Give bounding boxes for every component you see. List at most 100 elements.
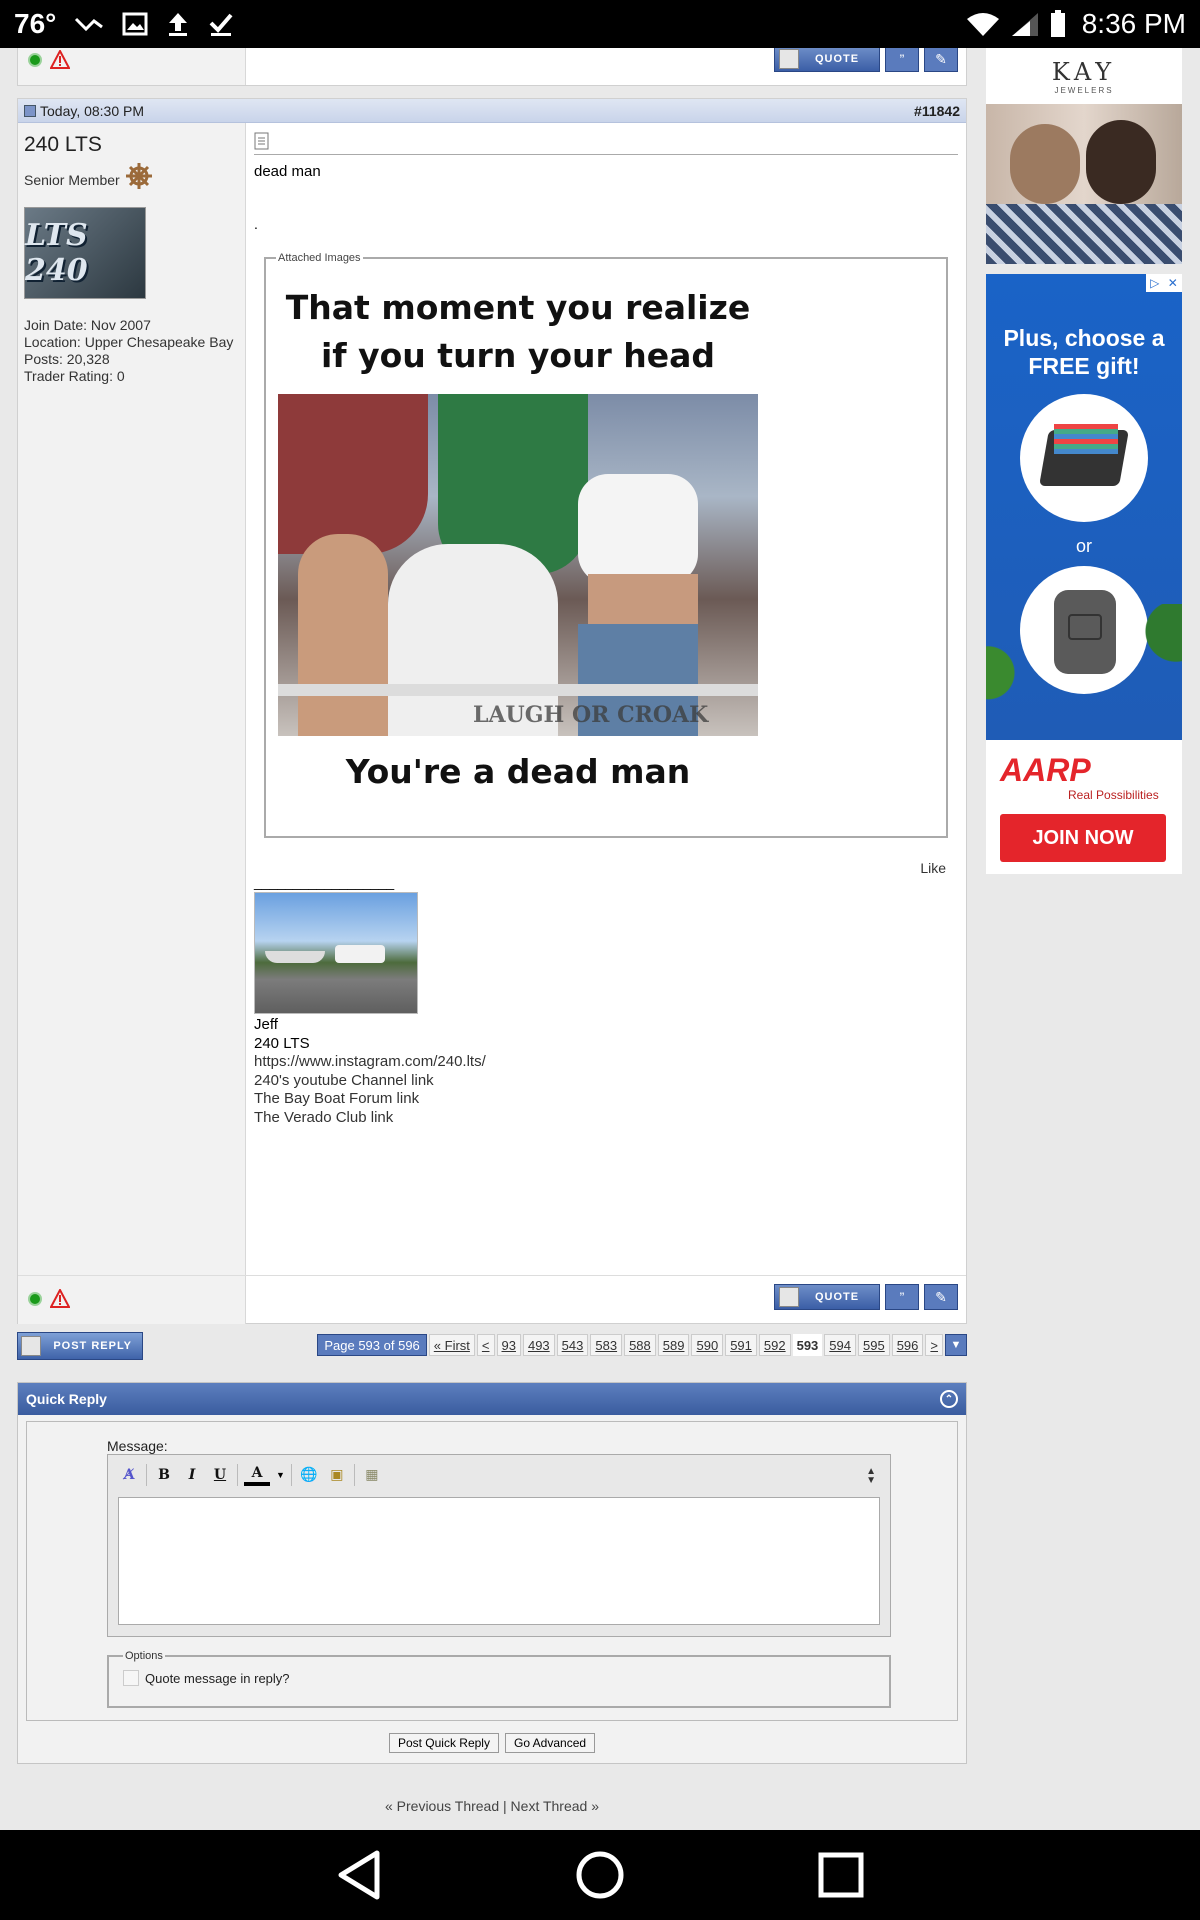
aarp-or: or bbox=[1075, 536, 1092, 556]
aarp-ad-background: ▷ ✕ Plus, choose a FREE gift! or bbox=[986, 274, 1182, 740]
message-textarea[interactable] bbox=[118, 1497, 880, 1625]
post-count: Posts: 20,328 bbox=[24, 351, 110, 367]
aarp-logo: AARP bbox=[1000, 752, 1091, 788]
post-title-line bbox=[254, 129, 958, 155]
post-reply-button[interactable]: POST REPLY bbox=[17, 1332, 143, 1360]
page-jump-dropdown-icon[interactable]: ▼ bbox=[945, 1334, 967, 1356]
ad-choices-icon[interactable]: ▷ ✕ bbox=[1146, 274, 1182, 292]
font-color-icon[interactable]: A bbox=[244, 1464, 270, 1486]
post-quick-reply-button[interactable]: Post Quick Reply bbox=[388, 1733, 499, 1753]
prev-page-link[interactable]: < bbox=[476, 1334, 495, 1356]
quote-label: QUOTE bbox=[814, 1291, 860, 1303]
location: Location: Upper Chesapeake Bay bbox=[24, 334, 234, 350]
navigation-bar bbox=[0, 1830, 1200, 1920]
post-header: Today, 08:30 PM #11842 bbox=[18, 99, 966, 123]
like-link[interactable]: Like bbox=[920, 860, 946, 876]
options-legend: Options bbox=[125, 1650, 163, 1662]
page-link[interactable]: 590 bbox=[691, 1334, 724, 1356]
toolbar-divider bbox=[146, 1464, 147, 1486]
page-link[interactable]: 583 bbox=[590, 1334, 623, 1356]
italic-icon[interactable]: I bbox=[181, 1464, 203, 1486]
insert-image-icon[interactable]: ▣ bbox=[326, 1464, 348, 1486]
next-thread-link[interactable]: Next Thread » bbox=[511, 1798, 599, 1814]
join-now-button[interactable]: JOIN NOW bbox=[1000, 814, 1166, 862]
pen-icon bbox=[21, 1336, 41, 1356]
page-link[interactable]: 493 bbox=[522, 1334, 555, 1356]
post-number-link[interactable]: #11842 bbox=[914, 103, 960, 119]
pagination: Page 593 of 596 « First < 93 493 543 583… bbox=[317, 1334, 967, 1356]
underline-icon[interactable]: U bbox=[209, 1464, 231, 1486]
font-color-dropdown-icon[interactable]: ▼ bbox=[276, 1470, 285, 1480]
page-link[interactable]: 543 bbox=[556, 1334, 589, 1356]
resize-editor-icon[interactable]: ▲ ▼ bbox=[866, 1467, 876, 1486]
collapse-icon[interactable]: ⌃ bbox=[940, 1390, 958, 1408]
page-link[interactable]: 592 bbox=[758, 1334, 791, 1356]
attached-images-legend: Attached Images bbox=[278, 252, 361, 264]
page-link[interactable]: 591 bbox=[725, 1334, 757, 1356]
palm-tree-right bbox=[1122, 604, 1182, 740]
pen-icon bbox=[779, 49, 799, 69]
page-link[interactable]: 588 bbox=[624, 1334, 656, 1356]
page-link[interactable]: 595 bbox=[858, 1334, 890, 1356]
report-post-icon[interactable] bbox=[50, 50, 70, 70]
verado-club-link[interactable]: The Verado Club link bbox=[254, 1109, 958, 1128]
kay-jewelers-ad[interactable]: KAY JEWELERS bbox=[986, 48, 1182, 264]
pen-icon bbox=[779, 1287, 799, 1307]
post-footer: QUOTE ” ✎ bbox=[18, 1275, 966, 1324]
join-date: Join Date: Nov 2007 bbox=[24, 317, 151, 333]
back-icon[interactable] bbox=[335, 1849, 383, 1901]
page-link[interactable]: 589 bbox=[657, 1334, 690, 1356]
post-icon bbox=[24, 104, 36, 117]
aarp-headline: Plus, choose a FREE gift! bbox=[1003, 325, 1165, 379]
meme-bottom-text: You're a dead man bbox=[345, 752, 691, 791]
post-actions: QUOTE ” ✎ bbox=[246, 1276, 966, 1323]
signature: Jeff 240 LTS https://www.instagram.com/2… bbox=[254, 1016, 958, 1127]
attached-meme-image[interactable]: That moment you realize if you turn your… bbox=[278, 270, 758, 826]
quick-reply-buttons: Post Quick Reply Go Advanced bbox=[18, 1733, 966, 1753]
bay-boat-forum-link[interactable]: The Bay Boat Forum link bbox=[254, 1090, 958, 1109]
document-icon bbox=[254, 132, 269, 150]
page-link[interactable]: 594 bbox=[824, 1334, 856, 1356]
palm-tree-left bbox=[986, 644, 1036, 740]
wrap-quote-icon[interactable]: ▦ bbox=[361, 1464, 383, 1486]
previous-thread-link[interactable]: « Previous Thread bbox=[385, 1798, 499, 1814]
user-info: Join Date: Nov 2007 Location: Upper Ches… bbox=[24, 317, 245, 385]
next-page-link[interactable]: > bbox=[925, 1334, 943, 1356]
youtube-channel-link[interactable]: 240's youtube Channel link bbox=[254, 1072, 958, 1091]
post-date: Today, 08:30 PM bbox=[40, 102, 145, 119]
quote-message-label: Quote message in reply? bbox=[145, 1670, 290, 1686]
page-indicator[interactable]: Page 593 of 596 bbox=[317, 1334, 427, 1356]
helm-wheel-icon bbox=[125, 163, 152, 189]
page-link[interactable]: 596 bbox=[891, 1334, 924, 1356]
quick-reply-button[interactable]: ✎ bbox=[924, 1284, 958, 1310]
recent-apps-icon[interactable] bbox=[817, 1851, 865, 1899]
bold-icon[interactable]: B bbox=[153, 1464, 175, 1486]
quote-button[interactable]: QUOTE bbox=[774, 1284, 880, 1310]
username-link[interactable]: 240 LTS bbox=[24, 133, 245, 157]
aarp-ad[interactable]: ▷ ✕ Plus, choose a FREE gift! or AARP Rea… bbox=[986, 274, 1182, 874]
quick-reply-panel: Quick Reply ⌃ Message: A̸ B I U A ▼ 🌐 ▣ … bbox=[17, 1382, 967, 1764]
first-page-link[interactable]: « First bbox=[428, 1334, 475, 1356]
wifi-icon bbox=[966, 13, 999, 36]
quick-reply-button[interactable]: ✎ bbox=[924, 48, 958, 72]
signal-icon bbox=[1011, 13, 1038, 36]
meme-top-text: That moment you realize if you turn your… bbox=[285, 288, 751, 375]
remove-format-icon[interactable]: A̸ bbox=[118, 1464, 140, 1486]
pagination-row: POST REPLY Page 593 of 596 « First < 93 … bbox=[17, 1332, 967, 1360]
avatar[interactable]: LTS 240 bbox=[24, 207, 146, 299]
quote-button[interactable]: QUOTE bbox=[774, 48, 880, 72]
report-post-icon[interactable] bbox=[50, 1289, 70, 1309]
user-sidebar: 240 LTS Senior Member LTS 240 Join Date:… bbox=[18, 123, 246, 1275]
battery-icon bbox=[1050, 10, 1065, 37]
home-icon[interactable] bbox=[574, 1849, 626, 1901]
insert-link-icon[interactable]: 🌐 bbox=[298, 1464, 320, 1486]
page-link[interactable]: 93 bbox=[496, 1334, 521, 1356]
card-wallet-image bbox=[1020, 394, 1148, 522]
go-advanced-button[interactable]: Go Advanced bbox=[504, 1733, 596, 1753]
quote-message-checkbox[interactable] bbox=[123, 1670, 139, 1686]
kay-ad-photo bbox=[986, 104, 1182, 264]
toolbar-divider bbox=[237, 1464, 238, 1486]
instagram-link[interactable]: https://www.instagram.com/240.lts/ bbox=[254, 1053, 958, 1072]
multi-quote-button[interactable]: ” bbox=[885, 48, 919, 72]
multi-quote-button[interactable]: ” bbox=[885, 1284, 919, 1310]
